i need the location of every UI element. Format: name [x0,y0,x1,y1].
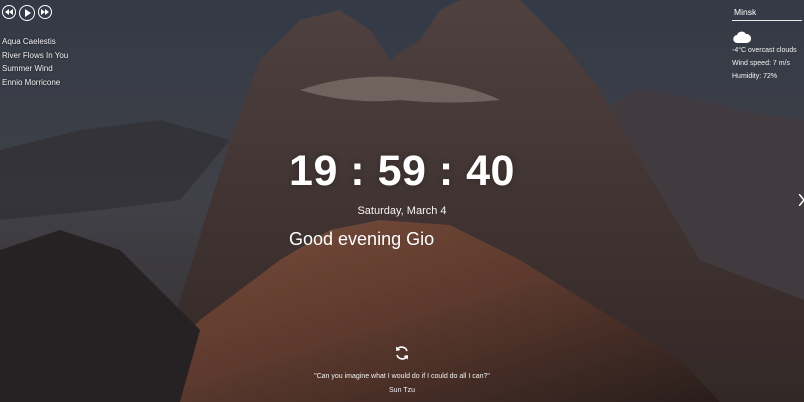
weather-icon-wrap [733,30,804,43]
playlist-item[interactable]: Aqua Caelestis [2,35,68,49]
weather-wind: Wind speed: 7 m/s [732,59,790,67]
weather-humidity: Humidity: 72% [732,72,778,80]
audio-player: Aqua Caelestis River Flows In You Summer… [2,5,68,89]
playlist: Aqua Caelestis River Flows In You Summer… [2,35,68,89]
refresh-icon [396,346,408,360]
quote-text: "Can you imagine what I would do if I co… [314,373,490,380]
background-scene: Aqua Caelestis River Flows In You Summer… [0,0,804,402]
weather-temperature-description: -4°C overcast clouds [732,46,797,54]
city-input[interactable] [732,4,802,21]
playlist-item[interactable]: Summer Wind [2,62,68,76]
play-next-button[interactable] [38,5,52,19]
clock-date: Saturday, March 4 [357,205,447,217]
greeting: Good evening Gio [289,229,434,250]
clock-time: 19 : 59 : 40 [289,147,515,195]
playlist-item[interactable]: Ennio Morricone [2,76,68,90]
playlist-item[interactable]: River Flows In You [2,49,68,63]
player-controls [2,5,68,21]
greeting-text: Good evening [289,229,402,249]
weather-widget: -4°C overcast clouds Wind speed: 7 m/s H… [732,2,804,83]
mountain-background-image [0,0,804,402]
play-icon [24,9,31,17]
change-quote-button[interactable] [394,345,410,361]
play-next-icon [41,9,49,15]
play-prev-button[interactable] [2,5,16,19]
play-button[interactable] [19,5,35,21]
cloud-icon [733,31,752,43]
greeting-name[interactable]: Gio [406,229,434,249]
play-prev-icon [5,9,13,15]
quote-author: Sun Tzu [389,387,415,394]
